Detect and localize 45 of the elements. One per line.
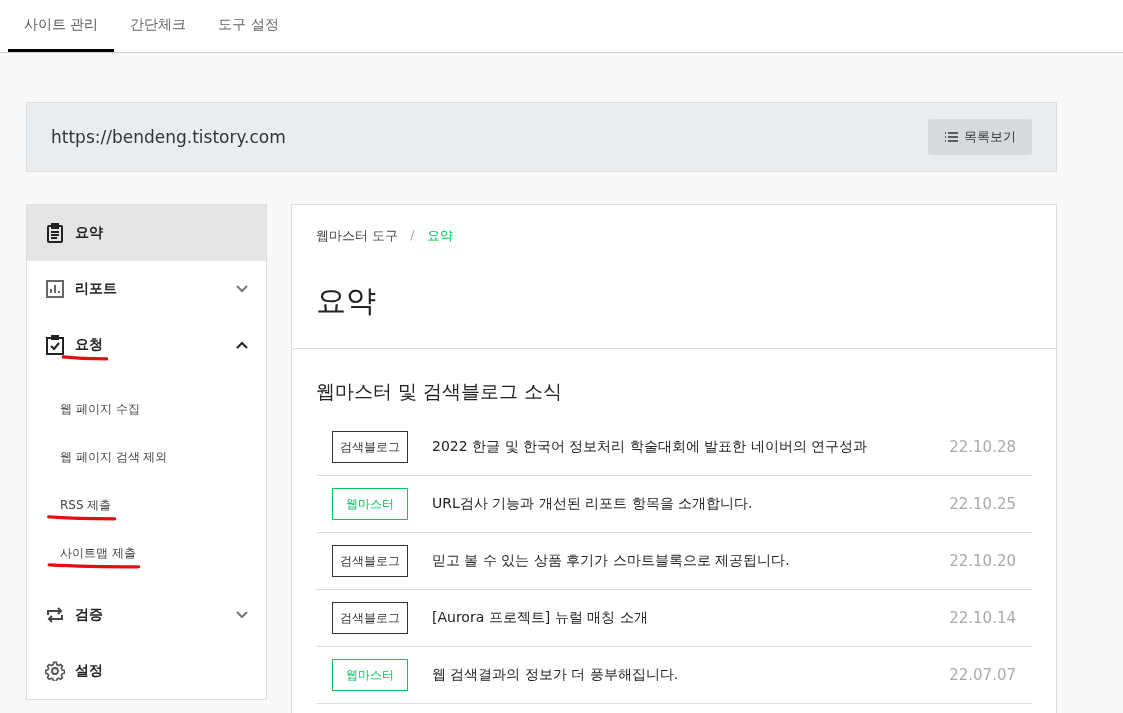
clipboard-icon (45, 223, 65, 243)
clipboard-check-icon (45, 335, 65, 355)
news-date: 22.10.14 (949, 609, 1016, 627)
sidebar-item-label: 검증 (75, 606, 103, 622)
site-url: https://bendeng.tistory.com (51, 127, 286, 147)
submenu-item[interactable]: 웹 페이지 수집 (27, 385, 266, 433)
section-title: 웹마스터 및 검색블로그 소식 (316, 379, 564, 404)
news-row[interactable]: 검색블로그 믿고 볼 수 있는 상품 후기가 스마트블록으로 제공됩니다. 22.10.20 (316, 533, 1032, 590)
list-view-button[interactable]: 목록보기 (928, 119, 1032, 155)
tab[interactable]: 간단체크 (114, 0, 203, 52)
news-row[interactable]: 웹마스터 웹 검색결과의 정보가 더 풍부해집니다. 22.07.07 (316, 647, 1032, 704)
swap-arrows-icon (45, 605, 65, 625)
submenu-item[interactable]: 사이트맵 제출 (27, 529, 266, 577)
news-title: [Aurora 프로젝트] 뉴럴 매칭 소개 (432, 609, 649, 627)
sidebar-item-label: 설정 (75, 662, 103, 678)
news-date: 22.10.20 (949, 552, 1016, 570)
settings-icon (45, 661, 65, 681)
news-date: 22.07.07 (949, 666, 1016, 684)
breadcrumb-separator: / (410, 227, 415, 244)
bar-chart-icon (45, 279, 65, 299)
news-date: 22.10.28 (949, 438, 1016, 456)
category-tag: 웹마스터 (332, 488, 408, 520)
category-tag: 검색블로그 (332, 602, 408, 634)
news-date: 22.10.25 (949, 495, 1016, 513)
tab[interactable]: 도구 설정 (202, 0, 295, 52)
sidebar-item-label: 요청 (75, 336, 103, 352)
news-title: 2022 한글 및 한국어 정보처리 학술대회에 발표한 네이버의 연구성과 (432, 438, 869, 456)
sidebar-item-label: 요약 (75, 224, 103, 240)
page-title: 요약 (316, 282, 377, 320)
news-row[interactable]: 검색블로그 [Aurora 프로젝트] 뉴럴 매칭 소개 22.10.14 (316, 590, 1032, 647)
breadcrumb-link[interactable]: 웹마스터 도구 (316, 227, 399, 245)
sidebar-item[interactable]: 요약 (27, 205, 266, 261)
list-icon (944, 131, 958, 143)
news-title: URL검사 기능과 개선된 리포트 항목을 소개합니다. (432, 495, 754, 513)
submenu-item[interactable]: RSS 제출 (27, 481, 266, 529)
submenu-item[interactable]: 웹 페이지 검색 제외 (27, 433, 266, 481)
sidebar-item-label: 리포트 (75, 280, 117, 296)
category-tag: 웹마스터 (332, 659, 408, 691)
news-title: 웹 검색결과의 정보가 더 풍부해집니다. (432, 666, 680, 684)
news-title: 믿고 볼 수 있는 상품 후기가 스마트블록으로 제공됩니다. (432, 552, 791, 570)
news-row[interactable]: 검색블로그 2022 한글 및 한국어 정보처리 학술대회에 발표한 네이버의 연구성과 22.10.28 (316, 419, 1032, 476)
category-tag: 검색블로그 (332, 545, 408, 577)
tab[interactable]: 사이트 관리 (8, 0, 115, 52)
news-row[interactable]: 웹마스터 URL검사 기능과 개선된 리포트 항목을 소개합니다. 22.10.25 (316, 476, 1032, 533)
category-tag: 검색블로그 (332, 431, 408, 463)
